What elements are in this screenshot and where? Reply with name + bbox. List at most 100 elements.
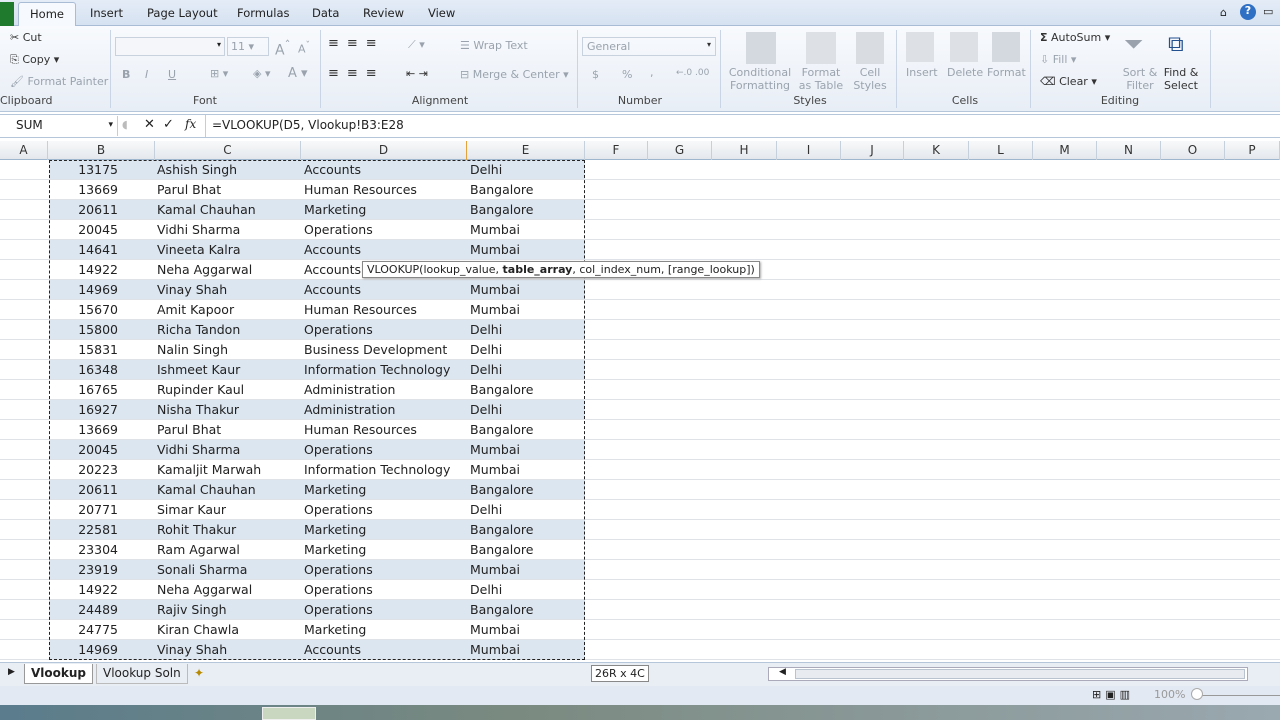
vertical-align-icons[interactable]: ≡≡≡: [328, 36, 385, 51]
cell-city[interactable]: Bangalore: [467, 480, 585, 500]
cell-department[interactable]: Marketing: [301, 540, 467, 560]
cell-city[interactable]: Mumbai: [467, 460, 585, 480]
cell-name[interactable]: Rajiv Singh: [155, 600, 301, 620]
cell-name[interactable]: Simar Kaur: [155, 500, 301, 520]
cell-department[interactable]: Operations: [301, 440, 467, 460]
cell-id[interactable]: 14922: [48, 580, 155, 600]
cell-city[interactable]: Mumbai: [467, 440, 585, 460]
tab-formulas[interactable]: Formulas: [237, 6, 290, 20]
column-header-d[interactable]: D: [301, 141, 467, 160]
decimal-icons[interactable]: ←.0 .00: [676, 68, 709, 78]
bold-button[interactable]: B: [122, 68, 130, 81]
tab-data[interactable]: Data: [312, 6, 339, 20]
cell-department[interactable]: Operations: [301, 580, 467, 600]
cell-department[interactable]: Business Development: [301, 340, 467, 360]
column-header-e[interactable]: E: [467, 141, 585, 160]
cell-name[interactable]: Amit Kapoor: [155, 300, 301, 320]
format-painter-button[interactable]: 🖌 Format Painter: [10, 75, 108, 88]
cancel-entry-icon[interactable]: ✕: [144, 117, 155, 132]
cell-name[interactable]: Rohit Thakur: [155, 520, 301, 540]
cell-name[interactable]: Ashish Singh: [155, 160, 301, 180]
column-header-o[interactable]: O: [1161, 141, 1225, 160]
fill-color-icon[interactable]: ◈ ▾: [253, 67, 270, 80]
cell-name[interactable]: Kamal Chauhan: [155, 200, 301, 220]
cell-name[interactable]: Kiran Chawla: [155, 620, 301, 640]
find-select-button[interactable]: Find & Select: [1160, 66, 1202, 92]
currency-button[interactable]: $: [592, 68, 599, 81]
cell-name[interactable]: Kamaljit Marwah: [155, 460, 301, 480]
cell-city[interactable]: Bangalore: [467, 540, 585, 560]
cell-city[interactable]: Mumbai: [467, 220, 585, 240]
column-header-l[interactable]: L: [969, 141, 1033, 160]
cell-id[interactable]: 20045: [48, 440, 155, 460]
cell-city[interactable]: Bangalore: [467, 520, 585, 540]
column-header-g[interactable]: G: [648, 141, 712, 160]
tooltip-arg-table-array[interactable]: table_array: [503, 263, 573, 276]
cell-name[interactable]: Nisha Thakur: [155, 400, 301, 420]
zoom-out-button[interactable]: [1191, 688, 1203, 700]
cell-city[interactable]: Mumbai: [467, 240, 585, 260]
cell-department[interactable]: Operations: [301, 220, 467, 240]
cell-name[interactable]: Kamal Chauhan: [155, 480, 301, 500]
merge-center-button[interactable]: ⊟ Merge & Center ▾: [460, 68, 569, 81]
cell-name[interactable]: Vidhi Sharma: [155, 220, 301, 240]
column-header-p[interactable]: P: [1225, 141, 1280, 160]
help-icon[interactable]: ?: [1240, 4, 1256, 20]
cell-id[interactable]: 20611: [48, 200, 155, 220]
wrap-text-button[interactable]: ☰ Wrap Text: [460, 39, 528, 52]
cell-name[interactable]: Vidhi Sharma: [155, 440, 301, 460]
cell-name[interactable]: Vinay Shah: [155, 280, 301, 300]
cell-department[interactable]: Accounts: [301, 160, 467, 180]
cell-city[interactable]: Bangalore: [467, 420, 585, 440]
insert-sheet-icon[interactable]: ✦: [188, 664, 210, 684]
cell-id[interactable]: 15670: [48, 300, 155, 320]
cell-id[interactable]: 23304: [48, 540, 155, 560]
cell-id[interactable]: 24775: [48, 620, 155, 640]
cell-name[interactable]: Vineeta Kalra: [155, 240, 301, 260]
column-header-m[interactable]: M: [1033, 141, 1097, 160]
comma-button[interactable]: ,: [650, 66, 654, 79]
zoom-level[interactable]: 100%: [1154, 688, 1185, 701]
cell-id[interactable]: 13175: [48, 160, 155, 180]
cell-city[interactable]: Delhi: [467, 320, 585, 340]
autosum-button[interactable]: Σ AutoSum ▾: [1040, 31, 1110, 44]
cell-name[interactable]: Vinay Shah: [155, 640, 301, 660]
cell-id[interactable]: 14969: [48, 280, 155, 300]
copy-button[interactable]: ⎘ Copy ▾: [10, 53, 59, 67]
cell-id[interactable]: 16348: [48, 360, 155, 380]
fill-button[interactable]: ⇩ Fill ▾: [1040, 53, 1076, 66]
cell-department[interactable]: Administration: [301, 380, 467, 400]
cell-id[interactable]: 15800: [48, 320, 155, 340]
cell-id[interactable]: 14969: [48, 640, 155, 660]
conditional-formatting-button[interactable]: Conditional Formatting: [728, 66, 792, 92]
cell-name[interactable]: Ishmeet Kaur: [155, 360, 301, 380]
tab-review[interactable]: Review: [363, 6, 404, 20]
italic-button[interactable]: I: [145, 68, 148, 81]
cell-id[interactable]: 14641: [48, 240, 155, 260]
column-header-b[interactable]: B: [48, 141, 155, 160]
grow-font-icon[interactable]: Aˆ: [275, 38, 290, 59]
cell-department[interactable]: Human Resources: [301, 180, 467, 200]
cell-city[interactable]: Mumbai: [467, 620, 585, 640]
cell-department[interactable]: Human Resources: [301, 300, 467, 320]
view-buttons[interactable]: ⊞▣▥: [1092, 688, 1134, 701]
cell-name[interactable]: Ram Agarwal: [155, 540, 301, 560]
cell-name[interactable]: Parul Bhat: [155, 180, 301, 200]
tab-view[interactable]: View: [428, 6, 455, 20]
indent-icons[interactable]: ⇤ ⇥: [406, 67, 428, 80]
cell-styles-button[interactable]: Cell Styles: [850, 66, 890, 92]
sort-filter-button[interactable]: Sort & Filter: [1120, 66, 1160, 92]
formula-input[interactable]: =VLOOKUP(D5, Vlookup!B3:E28: [212, 118, 404, 132]
column-header-n[interactable]: N: [1097, 141, 1161, 160]
cell-department[interactable]: Marketing: [301, 200, 467, 220]
column-header-a[interactable]: A: [0, 141, 48, 160]
cell-id[interactable]: 13669: [48, 180, 155, 200]
cell-id[interactable]: 20611: [48, 480, 155, 500]
minimize-ribbon-icon[interactable]: ⌂: [1220, 6, 1227, 19]
cell-name[interactable]: Rupinder Kaul: [155, 380, 301, 400]
cell-department[interactable]: Information Technology: [301, 360, 467, 380]
cell-department[interactable]: Accounts: [301, 280, 467, 300]
cell-city[interactable]: Mumbai: [467, 560, 585, 580]
cell-id[interactable]: 20045: [48, 220, 155, 240]
cut-button[interactable]: ✂ Cut: [10, 31, 42, 44]
